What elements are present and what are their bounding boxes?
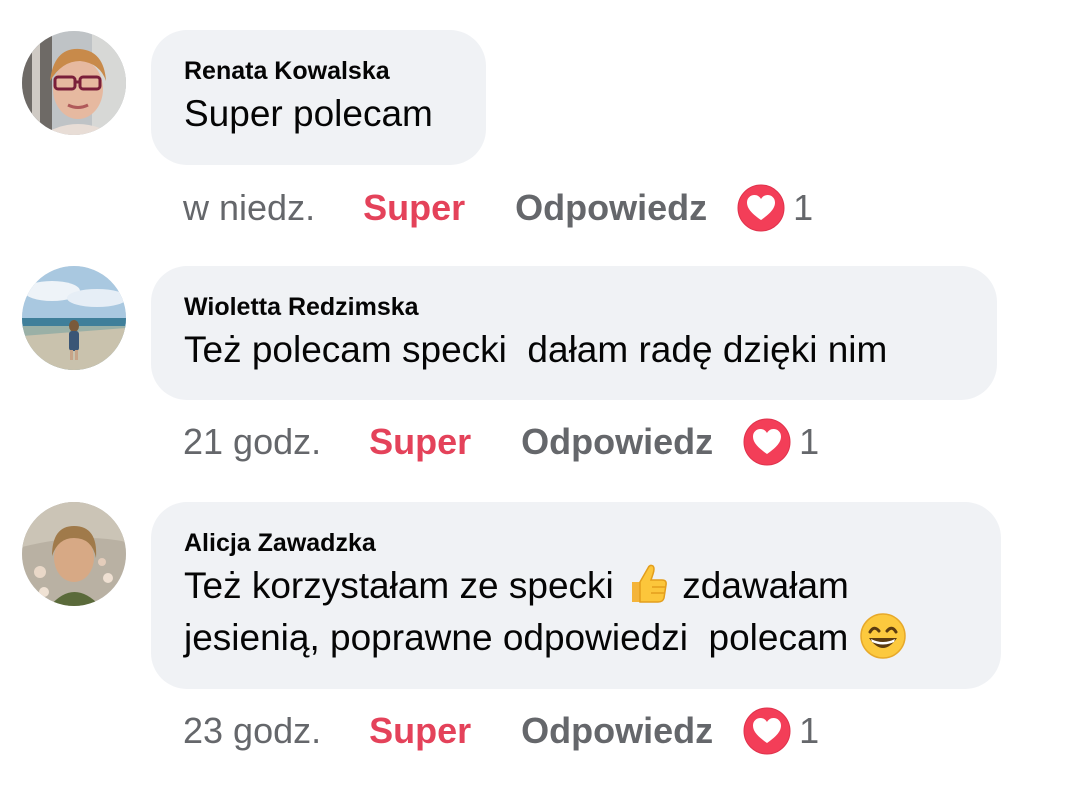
reply-button[interactable]: Odpowiedz [521,710,713,752]
comment-actions: w niedz. Super Odpowiedz 1 [183,183,813,233]
reaction-count: 1 [793,187,814,228]
comment-text: Też polecam specki dałam radę dzięki nim [184,329,888,370]
heart-reaction-icon [743,418,791,466]
comment-actions: 21 godz. Super Odpowiedz 1 [183,417,819,467]
comment-author[interactable]: Alicja Zawadzka [184,528,967,558]
thumbs-up-emoji-icon [632,564,667,603]
comment-text-part: Też korzystałam ze specki [184,565,625,606]
heart-reaction-icon [737,184,785,232]
comment-bubble: Alicja Zawadzka Też korzystałam ze speck… [151,502,1001,689]
reaction-count: 1 [799,710,820,751]
avatar[interactable] [22,31,126,135]
like-button[interactable]: Super [369,421,471,463]
comment-text: Też korzystałam ze specki zdawałam jesie… [184,560,967,664]
avatar[interactable] [22,502,126,606]
like-button[interactable]: Super [363,187,465,229]
comment-author[interactable]: Wioletta Redzimska [184,292,963,322]
like-button[interactable]: Super [369,710,471,752]
reaction-summary[interactable]: 1 [743,418,819,466]
reaction-count: 1 [799,421,820,462]
grinning-face-emoji-icon [859,613,906,659]
comment-timestamp[interactable]: 21 godz. [183,421,321,463]
comment-bubble: Renata Kowalska Super polecam [151,30,486,165]
avatar[interactable] [22,266,126,370]
comment-actions: 23 godz. Super Odpowiedz 1 [183,706,819,756]
comment-text-part: jesienią, poprawne odpowiedzi polecam [184,617,859,658]
reaction-summary[interactable]: 1 [743,707,819,755]
comment-timestamp[interactable]: 23 godz. [183,710,321,752]
heart-reaction-icon [743,707,791,755]
comment-text-part: zdawałam [672,565,849,606]
reply-button[interactable]: Odpowiedz [515,187,707,229]
reaction-summary[interactable]: 1 [737,184,813,232]
comment-bubble: Wioletta Redzimska Też polecam specki da… [151,266,997,400]
comment-text: Super polecam [184,93,433,134]
comment-author[interactable]: Renata Kowalska [184,56,452,86]
comment-timestamp[interactable]: w niedz. [183,187,315,229]
reply-button[interactable]: Odpowiedz [521,421,713,463]
